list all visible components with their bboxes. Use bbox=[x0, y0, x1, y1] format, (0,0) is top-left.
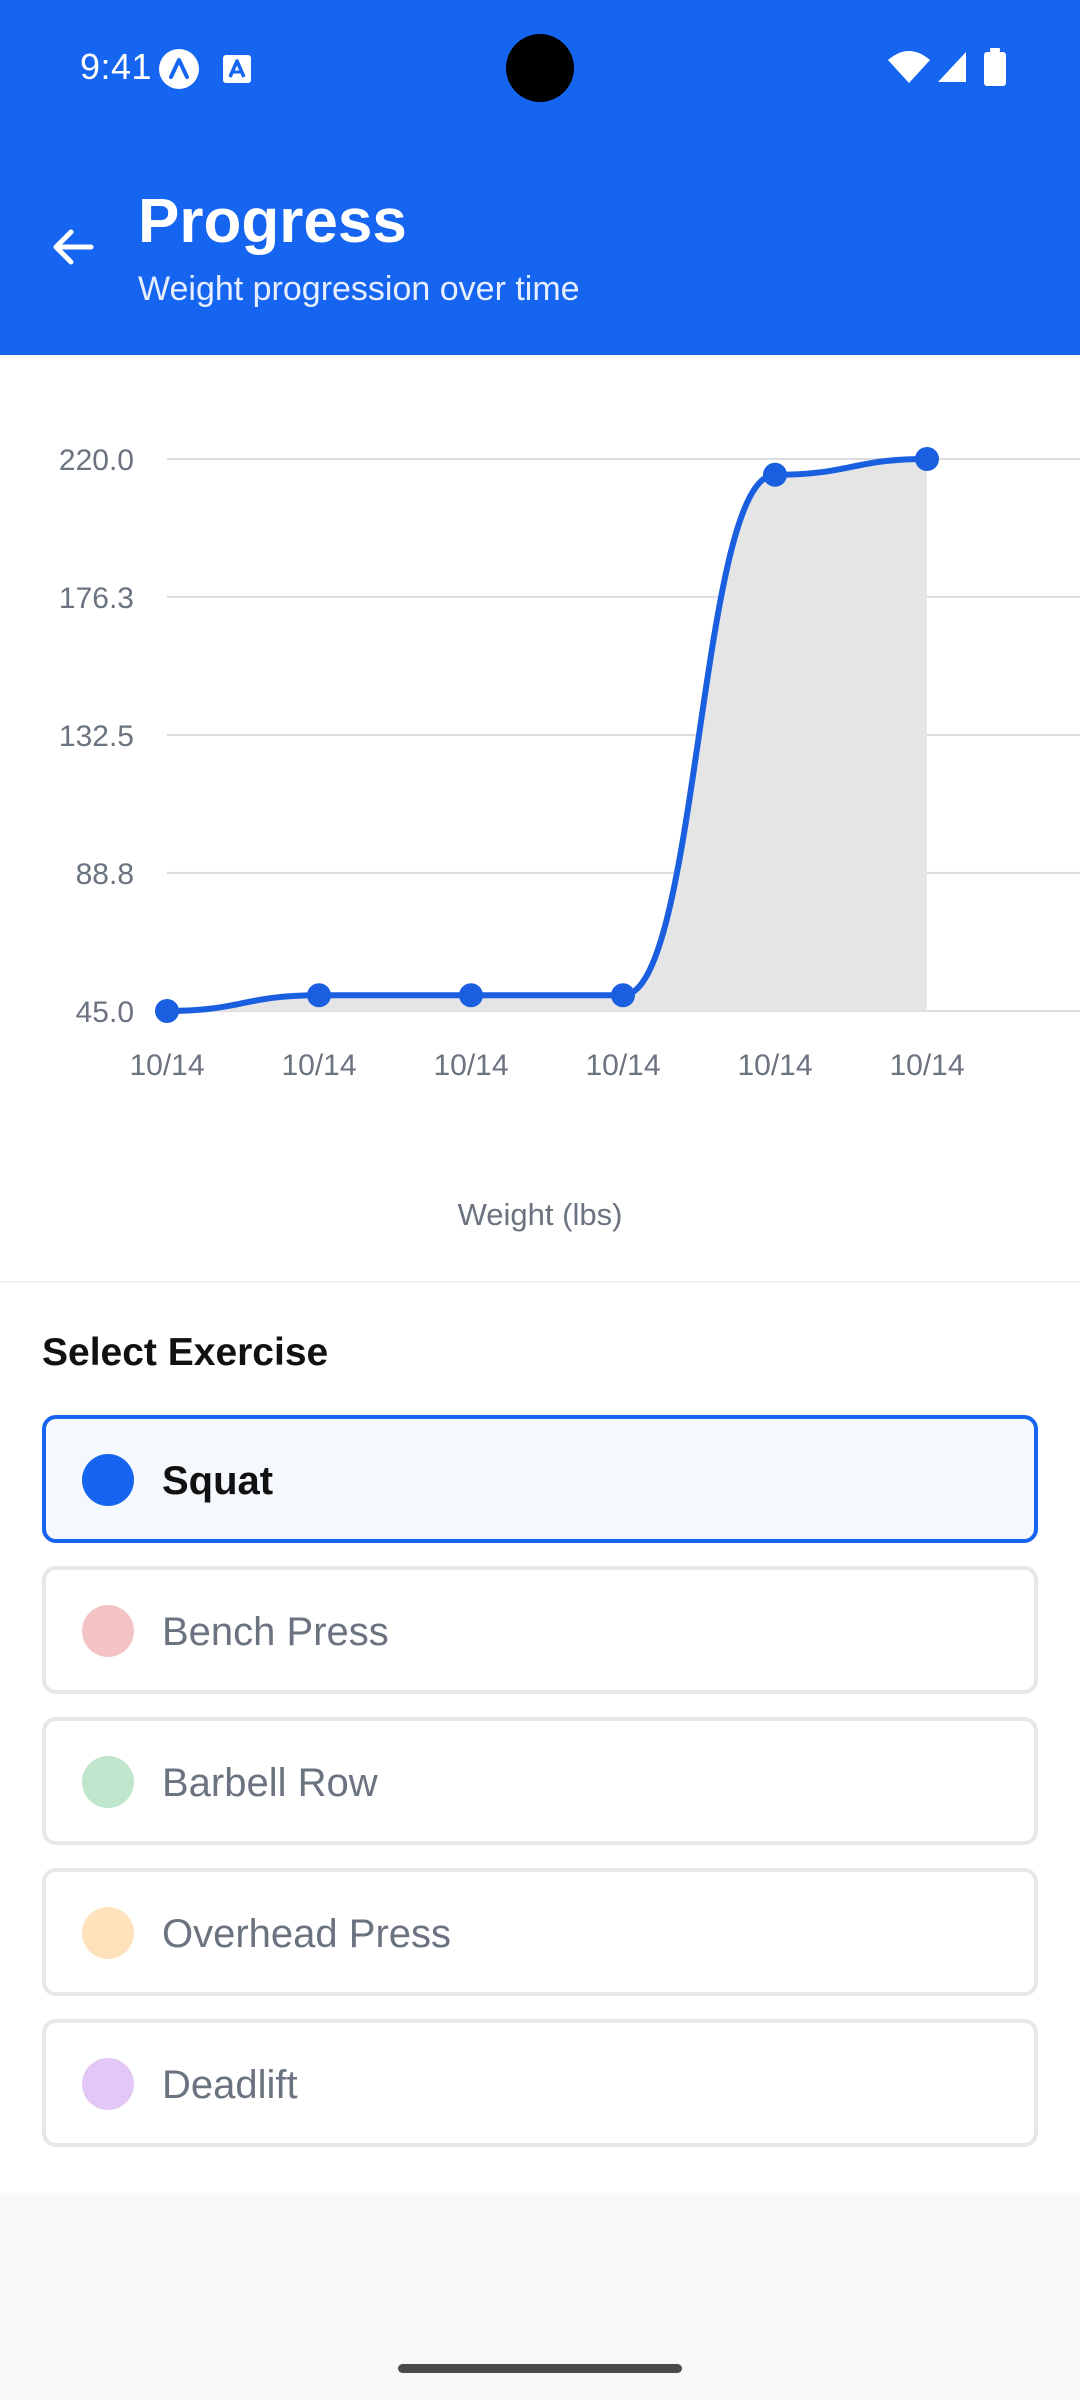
x-tick-label: 10/14 bbox=[433, 1049, 508, 1082]
exercise-color-dot bbox=[82, 1907, 134, 1959]
page-subtitle: Weight progression over time bbox=[138, 270, 580, 308]
weight-progress-chart: 220.0 176.3 132.5 88.8 45.0 10/14 10/14 10/14 10… bbox=[0, 355, 1080, 1281]
exercise-option-squat[interactable]: Squat bbox=[42, 1415, 1038, 1543]
data-point bbox=[915, 447, 939, 471]
data-point bbox=[763, 462, 787, 487]
exercise-option-barbell-row[interactable]: Barbell Row bbox=[42, 1717, 1038, 1845]
app-a-icon bbox=[159, 49, 199, 89]
chart-caption: Weight (lbs) bbox=[457, 1197, 623, 1232]
camera-cutout bbox=[506, 34, 574, 102]
exercise-option-overhead-press[interactable]: Overhead Press bbox=[42, 1868, 1038, 1996]
y-tick-label: 132.5 bbox=[59, 720, 134, 753]
y-tick-label: 176.3 bbox=[59, 582, 134, 615]
exercise-label: Bench Press bbox=[162, 1610, 389, 1654]
status-bar: 9:41 bbox=[0, 0, 1080, 136]
exercise-color-dot bbox=[82, 1756, 134, 1808]
y-tick-label: 45.0 bbox=[76, 996, 134, 1029]
exercise-option-deadlift[interactable]: Deadlift bbox=[42, 2019, 1038, 2147]
home-indicator[interactable] bbox=[398, 2364, 682, 2373]
data-point bbox=[459, 983, 483, 1008]
exercise-label: Overhead Press bbox=[162, 1912, 452, 1956]
y-tick-label: 220.0 bbox=[59, 444, 134, 477]
data-point bbox=[611, 983, 635, 1008]
y-tick-label: 88.8 bbox=[76, 858, 134, 891]
x-tick-label: 10/14 bbox=[585, 1049, 660, 1082]
exercise-selector: Select Exercise Squat Bench Press Barbel… bbox=[0, 1283, 1080, 2193]
data-point bbox=[155, 999, 179, 1023]
exercise-color-dot bbox=[82, 2058, 134, 2110]
app-header: Progress Weight progression over time bbox=[0, 136, 1080, 355]
exercise-color-dot bbox=[82, 1454, 134, 1506]
page-title: Progress bbox=[138, 187, 407, 256]
x-tick-label: 10/14 bbox=[889, 1049, 964, 1082]
exercise-list: Squat Bench Press Barbell Row Overhead P… bbox=[42, 1415, 1038, 2170]
wifi-icon bbox=[888, 51, 930, 83]
arrow-left-icon bbox=[53, 229, 94, 265]
x-tick-label: 10/14 bbox=[737, 1049, 812, 1082]
text-a-icon bbox=[223, 55, 251, 83]
back-button[interactable] bbox=[36, 210, 110, 284]
section-title: Select Exercise bbox=[42, 1331, 329, 1374]
exercise-label: Deadlift bbox=[162, 2063, 298, 2107]
status-time: 9:41 bbox=[80, 46, 153, 87]
data-point bbox=[307, 983, 331, 1008]
signal-icon bbox=[938, 52, 966, 82]
exercise-label: Barbell Row bbox=[162, 1761, 378, 1805]
exercise-option-bench-press[interactable]: Bench Press bbox=[42, 1566, 1038, 1694]
x-tick-label: 10/14 bbox=[281, 1049, 356, 1082]
x-tick-label: 10/14 bbox=[129, 1049, 204, 1082]
chart-canvas: 220.0 176.3 132.5 88.8 45.0 10/14 10/14 10/14 10… bbox=[59, 444, 1080, 1082]
exercise-color-dot bbox=[82, 1605, 134, 1657]
battery-icon bbox=[984, 48, 1006, 86]
exercise-label: Squat bbox=[162, 1459, 274, 1503]
